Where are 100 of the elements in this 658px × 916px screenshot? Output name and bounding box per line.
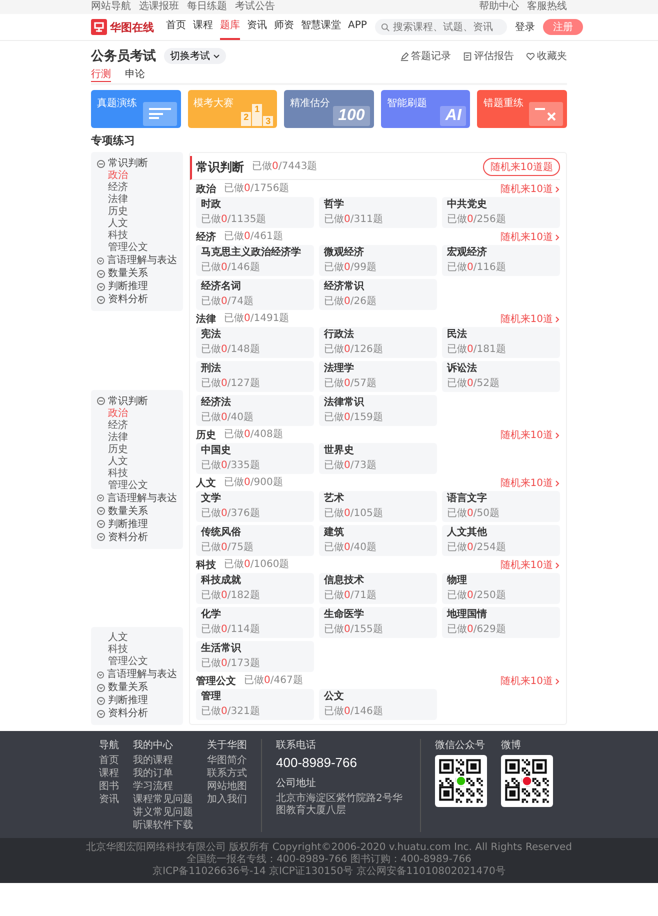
random-practice-link[interactable]: 随机来10道 <box>500 558 560 572</box>
topic-card[interactable]: 生命医学 已做0/155题 <box>319 607 437 638</box>
top-link[interactable]: 每日练题 <box>187 1 227 13</box>
random-practice-button[interactable]: 随机来10道题 <box>483 158 560 176</box>
tab[interactable]: 申论 <box>125 68 145 82</box>
sidebar-group[interactable]: 数量关系 <box>97 504 177 518</box>
footer-link[interactable]: 加入我们 <box>207 794 247 806</box>
login-link[interactable]: 登录 <box>514 20 535 34</box>
topic-card[interactable]: 信息技术 已做0/71题 <box>319 573 437 604</box>
sidebar-group[interactable]: 言语理解与表达 <box>97 492 177 504</box>
top-link[interactable]: 网站导航 <box>91 1 131 13</box>
sidebar-group[interactable]: 数量关系 <box>97 267 177 280</box>
topic-card[interactable]: 时政 已做0/1135题 <box>196 197 314 228</box>
nav-item[interactable]: 题库 <box>220 14 240 40</box>
random-practice-link[interactable]: 随机来10道 <box>500 428 560 442</box>
topic-card[interactable]: 马克思主义政治经济学 已做0/146题 <box>196 245 314 276</box>
footer-link[interactable]: 资讯 <box>99 794 119 806</box>
sidebar-group[interactable]: 数量关系 <box>97 681 177 694</box>
header-action[interactable]: 收藏夹 <box>526 49 567 63</box>
topic-card[interactable]: 宪法 已做0/148题 <box>196 327 314 358</box>
footer-link[interactable]: 课程 <box>99 768 119 780</box>
nav-item[interactable]: 智慧课堂 <box>301 14 341 40</box>
sidebar-group[interactable]: 资料分析 <box>97 293 177 306</box>
topic-card[interactable]: 法理学 已做0/57题 <box>319 361 437 392</box>
topic-card[interactable]: 公文 已做0/146题 <box>319 689 437 720</box>
footer-link[interactable]: 听课软件下载 <box>133 820 193 832</box>
header-action[interactable]: 评估报告 <box>463 49 514 63</box>
random-practice-link[interactable]: 随机来10道 <box>500 182 560 196</box>
topic-card[interactable]: 生活常识 已做0/173题 <box>196 641 314 672</box>
footer-link[interactable]: 课程常见问题 <box>133 794 193 806</box>
nav-item[interactable]: 师资 <box>274 14 294 40</box>
sidebar-item[interactable]: 历史 <box>97 444 177 456</box>
sidebar-group[interactable]: 资料分析 <box>97 707 177 720</box>
sidebar-item[interactable]: 科技 <box>97 468 177 480</box>
sidebar-item[interactable]: 科技 <box>97 644 177 656</box>
sidebar-item[interactable]: 法律 <box>97 194 177 206</box>
nav-item[interactable]: APP <box>348 14 367 40</box>
sidebar-item[interactable]: 历史 <box>97 206 177 218</box>
topic-card[interactable]: 微观经济 已做0/99题 <box>319 245 437 276</box>
sidebar-item[interactable]: 法律 <box>97 432 177 444</box>
feature-banner[interactable]: 精准估分 100 <box>284 90 374 128</box>
footer-link[interactable]: 我的课程 <box>133 755 193 767</box>
sidebar-group[interactable]: 判断推理 <box>97 280 177 293</box>
random-practice-link[interactable]: 随机来10道 <box>500 230 560 244</box>
sidebar-item[interactable]: 经济 <box>97 420 177 432</box>
sidebar-group[interactable]: 判断推理 <box>97 694 177 707</box>
footer-link[interactable]: 联系方式 <box>207 768 247 780</box>
topic-card[interactable]: 化学 已做0/114题 <box>196 607 314 638</box>
footer-link[interactable]: 首页 <box>99 755 119 767</box>
topic-card[interactable]: 中国史 已做0/335题 <box>196 443 314 474</box>
topic-card[interactable]: 语言文字 已做0/50题 <box>442 491 560 522</box>
sidebar-group[interactable]: 言语理解与表达 <box>97 668 177 681</box>
topic-card[interactable]: 行政法 已做0/126题 <box>319 327 437 358</box>
topic-card[interactable]: 管理 已做0/321题 <box>196 689 314 720</box>
switch-exam-dropdown[interactable]: 切换考试 <box>164 48 226 64</box>
sidebar-item[interactable]: 科技 <box>97 230 177 242</box>
sidebar-item[interactable]: 人文 <box>97 218 177 230</box>
sidebar-item[interactable]: 人文 <box>97 456 177 468</box>
top-link[interactable]: 客服热线 <box>527 1 567 13</box>
footer-link[interactable]: 学习流程 <box>133 781 193 793</box>
footer-link[interactable]: 网站地图 <box>207 781 247 793</box>
topic-card[interactable]: 文学 已做0/376题 <box>196 491 314 522</box>
top-link[interactable]: 帮助中心 <box>479 1 519 13</box>
nav-item[interactable]: 课程 <box>193 14 213 40</box>
sidebar-item[interactable]: 经济 <box>97 182 177 194</box>
topic-card[interactable]: 建筑 已做0/40题 <box>319 525 437 556</box>
top-link[interactable]: 考试公告 <box>235 1 275 13</box>
sidebar-item[interactable]: 管理公文 <box>97 656 177 668</box>
search-field[interactable]: 搜索课程、试题、资讯 <box>374 19 507 35</box>
random-practice-link[interactable]: 随机来10道 <box>500 476 560 490</box>
sidebar-group[interactable]: 判断推理 <box>97 518 177 530</box>
top-link[interactable]: 选课报班 <box>139 1 179 13</box>
topic-card[interactable]: 人文其他 已做0/254题 <box>442 525 560 556</box>
topic-card[interactable]: 法律常识 已做0/159题 <box>319 395 437 426</box>
topic-card[interactable]: 经济法 已做0/40题 <box>196 395 314 426</box>
topic-card[interactable]: 民法 已做0/181题 <box>442 327 560 358</box>
topic-card[interactable]: 诉讼法 已做0/52题 <box>442 361 560 392</box>
topic-card[interactable]: 宏观经济 已做0/116题 <box>442 245 560 276</box>
sidebar-group[interactable]: 常识判断 <box>97 157 177 170</box>
nav-item[interactable]: 首页 <box>166 14 186 40</box>
topic-card[interactable]: 物理 已做0/250题 <box>442 573 560 604</box>
topic-card[interactable]: 地理国情 已做0/629题 <box>442 607 560 638</box>
topic-card[interactable]: 刑法 已做0/127题 <box>196 361 314 392</box>
footer-link[interactable]: 讲义常见问题 <box>133 807 193 819</box>
footer-link[interactable]: 我的订单 <box>133 768 193 780</box>
topic-card[interactable]: 科技成就 已做0/182题 <box>196 573 314 604</box>
topic-card[interactable]: 艺术 已做0/105题 <box>319 491 437 522</box>
tab[interactable]: 行测 <box>91 68 111 82</box>
topic-card[interactable]: 中共党史 已做0/256题 <box>442 197 560 228</box>
topic-card[interactable]: 经济名词 已做0/74题 <box>196 279 314 310</box>
sidebar-group[interactable]: 资料分析 <box>97 530 177 544</box>
sidebar-item[interactable]: 人文 <box>97 632 177 644</box>
nav-item[interactable]: 资讯 <box>247 14 267 40</box>
topic-card[interactable]: 世界史 已做0/73题 <box>319 443 437 474</box>
footer-link[interactable]: 图书 <box>99 781 119 793</box>
topic-card[interactable]: 传统风俗 已做0/75题 <box>196 525 314 556</box>
random-practice-link[interactable]: 随机来10道 <box>500 674 560 688</box>
sidebar-item[interactable]: 管理公文 <box>97 480 177 492</box>
sidebar-group[interactable]: 常识判断 <box>97 394 177 408</box>
sidebar-group[interactable]: 言语理解与表达 <box>97 254 177 267</box>
